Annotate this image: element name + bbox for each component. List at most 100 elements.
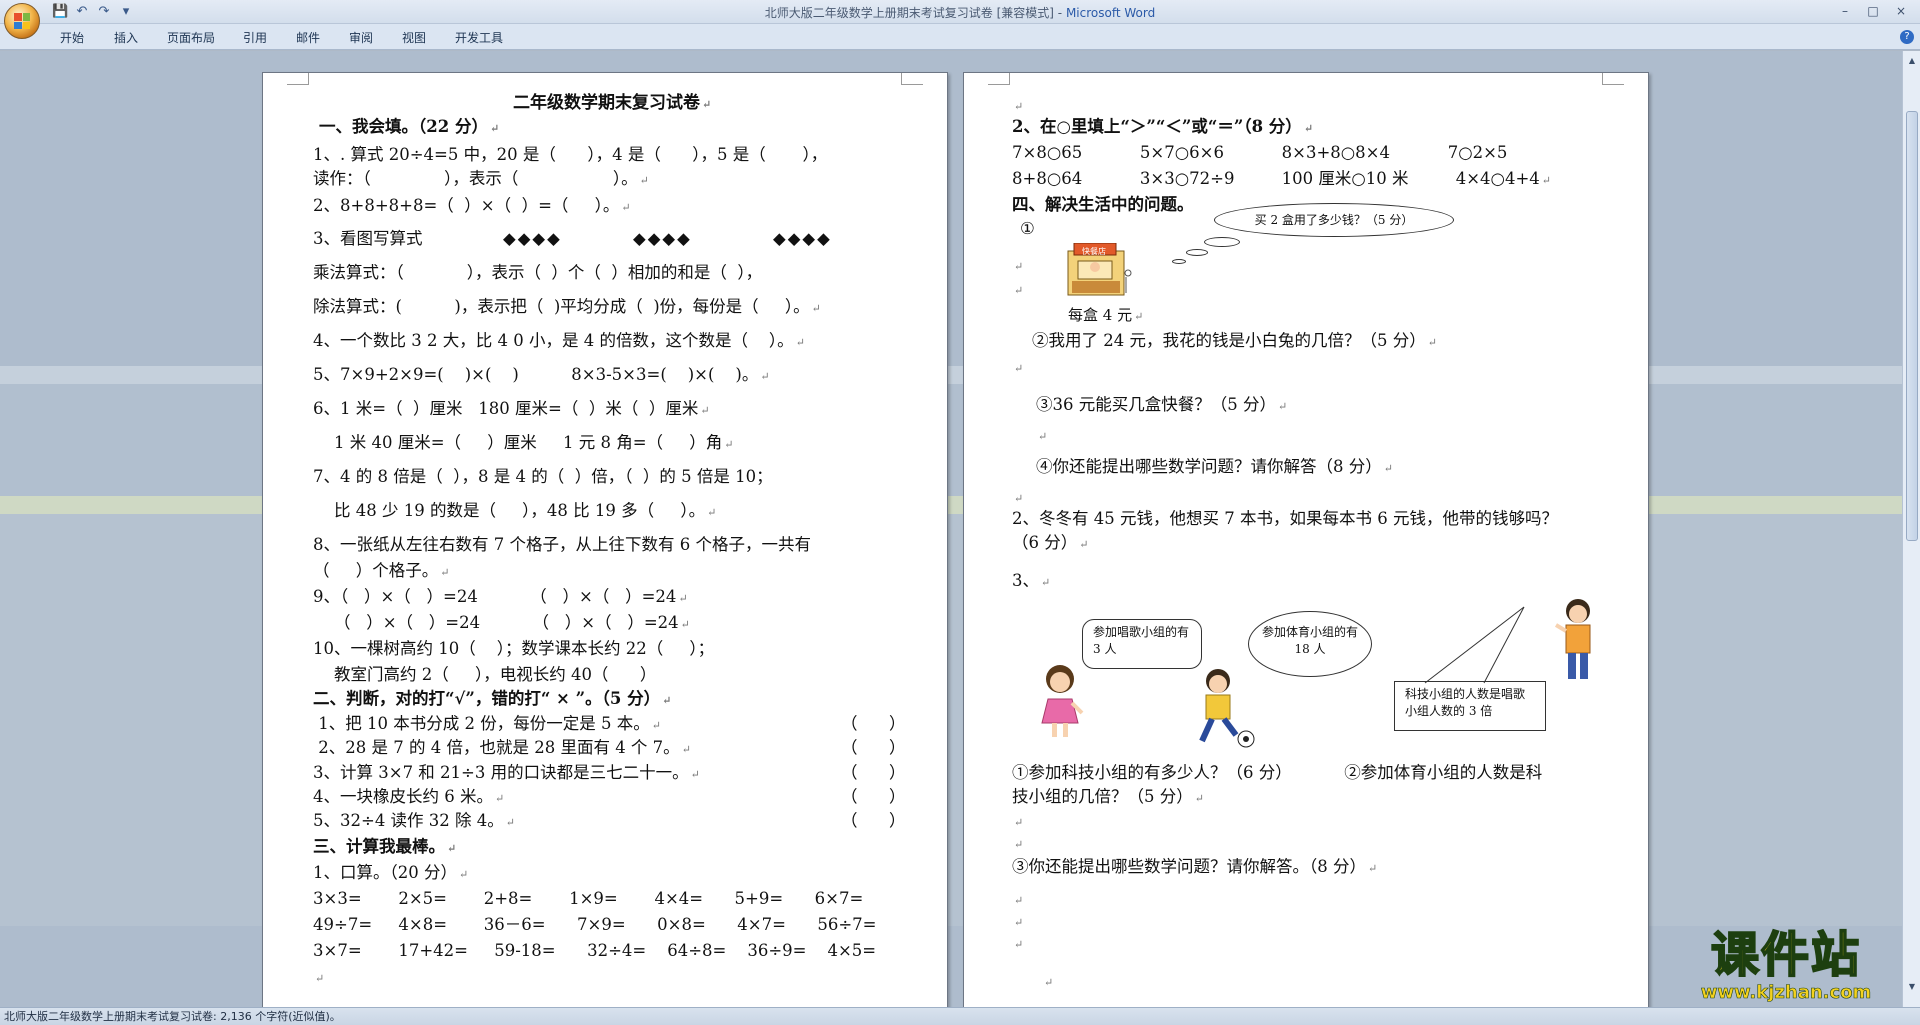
question-line: 比 48 少 19 的数是（ ），48 比 19 多（ ）。 ↵ <box>313 501 717 520</box>
close-button[interactable]: × <box>1888 2 1914 20</box>
question-line: 7、4 的 8 倍是（ ），8 是 4 的（ ）倍，（ ）的 5 倍是 10； <box>313 467 773 486</box>
question-line: （6 分） ↵ <box>1012 533 1089 552</box>
status-bar: 北师大版二年级数学上册期末考试复习试卷: 2,136 个字符(近似值)。 <box>0 1007 1920 1025</box>
scroll-thumb[interactable] <box>1906 111 1918 541</box>
calc-row: 3×7= 17+42= 59-18= 32÷4= 64÷8= 36÷9= 4×5… <box>313 941 877 960</box>
speech-box-tech: 科技小组的人数是唱歌小组人数的 3 倍 <box>1394 681 1546 731</box>
tab-mailings[interactable]: 邮件 <box>296 29 320 46</box>
tab-view[interactable]: 视图 <box>402 29 426 46</box>
question-line: 1 米 40 厘米=（ ）厘米 1 元 8 角=（ ）角 ↵ <box>313 433 734 452</box>
question-line: 4、一个数比 3 2 大，比 4 0 小，是 4 的倍数，这个数是（ ）。 ↵ <box>313 331 805 350</box>
judge-item: 2、28 是 7 的 4 倍，也就是 28 里面有 4 个 7。 ↵ <box>313 738 691 757</box>
question-line: 2、冬冬有 45 元钱，他想买 7 本书，如果每本书 6 元钱，他带的钱够吗？ <box>1012 509 1558 528</box>
speech-bubble-sports: 参加体育小组的有 18 人 <box>1248 611 1372 677</box>
title-bar: 💾 ↶ ↷ ▾ 北师大版二年级数学上册期末考试复习试卷 [兼容模式] - Mic… <box>0 0 1920 24</box>
margin-corner-mark <box>1602 73 1624 85</box>
question-line: 2、8+8+8+8=（ ）×（ ）=（ ）。 ↵ <box>313 196 631 215</box>
tab-insert[interactable]: 插入 <box>114 29 138 46</box>
margin-corner-mark <box>901 73 923 85</box>
question-number: ① <box>1020 219 1035 238</box>
office-logo-icon <box>14 13 30 29</box>
thought-dot <box>1172 259 1186 264</box>
exam-title: 二年级数学期末复习试卷 ↵ <box>513 93 712 113</box>
question-line: 3、看图写算式 <box>313 229 423 248</box>
maximize-button[interactable]: □ <box>1860 2 1886 20</box>
paragraph-mark: ↵ <box>1014 100 1024 113</box>
document-name: 北师大版二年级数学上册期末考试复习试卷 [兼容模式] <box>764 6 1054 20</box>
question-line: 6、1 米=（ ）厘米 180 厘米=（ ）米（ ）厘米 ↵ <box>313 399 710 418</box>
tab-review[interactable]: 审阅 <box>349 29 373 46</box>
girl-illustration <box>1036 661 1086 739</box>
paragraph-mark: ↵ <box>1014 492 1024 505</box>
fast-food-shop-illustration: 快餐店 <box>1066 242 1132 297</box>
question-line: ①参加科技小组的有多少人？（6 分） ②参加体育小组的人数是科 <box>1012 763 1543 782</box>
question-line: 教室门高约 2（ ），电视长约 40（ ） <box>313 665 657 684</box>
calc-row: 3×3= 2×5= 2+8= 1×9= 4×4= 5+9= 6×7= <box>313 889 864 908</box>
boy-illustration <box>1554 597 1600 683</box>
paragraph-mark: ↵ <box>1014 938 1024 951</box>
question-line: ④你还能提出哪些数学问题？请你解答（8 分） ↵ <box>1036 457 1393 476</box>
watermark-brand: 课件站 <box>1710 926 1861 984</box>
tab-developer[interactable]: 开发工具 <box>455 29 503 46</box>
judge-item: 3、计算 3×7 和 21÷3 用的口诀都是三七二十一。 ↵ <box>313 763 700 782</box>
tab-references[interactable]: 引用 <box>243 29 267 46</box>
pointer-line <box>1424 605 1525 684</box>
vertical-scrollbar[interactable]: ▲ ▼ <box>1902 51 1920 1007</box>
window-controls: – □ × <box>1832 2 1914 20</box>
tab-home[interactable]: 开始 <box>60 29 84 46</box>
compare-row: 7×8○65 5×7○6×6 8×3+8○8×4 7○2×5 <box>1012 143 1508 162</box>
window-title: 北师大版二年级数学上册期末考试复习试卷 [兼容模式] - Microsoft W… <box>0 4 1920 21</box>
judge-item: 4、一块橡皮长约 6 米。 ↵ <box>313 787 505 806</box>
answer-bracket[interactable]: （ ） <box>841 763 905 783</box>
section-heading: 四、解决生活中的问题。 <box>1012 195 1194 214</box>
margin-corner-mark <box>988 73 1010 85</box>
thought-dot <box>1186 249 1208 256</box>
diamond-group-3: ◆◆◆◆ <box>773 229 832 248</box>
boy-soccer-illustration <box>1188 667 1258 749</box>
answer-bracket[interactable]: （ ） <box>841 738 905 758</box>
document-page-1[interactable]: 二年级数学期末复习试卷 ↵ 一、我会填。（22 分） ↵ 1、. 算式 20÷4=5… <box>262 72 948 1012</box>
site-watermark: 课件站 www.kjzhan.com <box>1668 926 1904 1007</box>
ribbon-tab-bar: 开始 插入 页面布局 引用 邮件 审阅 视图 开发工具 <box>0 24 1920 50</box>
question-line: （ ）个格子。 ↵ <box>313 561 450 580</box>
office-button[interactable] <box>4 3 40 39</box>
question-line: ③36 元能买几盒快餐？（5 分） ↵ <box>1036 395 1288 414</box>
question-line: 1、口算。（20 分） ↵ <box>313 863 469 882</box>
section-heading: 一、我会填。（22 分） ↵ <box>319 117 500 136</box>
question-line: 2、在○里填上“＞”“＜”或“＝”（8 分） ↵ <box>1012 117 1314 136</box>
section-heading: 二、判断，对的打“√”，错的打“ × ”。（5 分） ↵ <box>313 689 672 708</box>
paragraph-mark: ↵ <box>1014 362 1024 375</box>
watermark-url: www.kjzhan.com <box>1700 982 1872 1003</box>
calc-row: 49÷7= 4×8= 36－6= 7×9= 0×8= 4×7= 56÷7= <box>313 915 877 934</box>
app-name: Microsoft Word <box>1065 6 1156 20</box>
answer-bracket[interactable]: （ ） <box>841 714 905 734</box>
speech-bubble-singing: 参加唱歌小组的有 3 人 <box>1082 619 1202 669</box>
paragraph-mark: ↵ <box>1014 894 1024 907</box>
judge-item: 1、把 10 本书分成 2 份，每份一定是 5 本。 ↵ <box>313 714 661 733</box>
question-line: 8、一张纸从左往右数有 7 个格子，从上往下数有 6 个格子，一共有 <box>313 535 811 554</box>
scroll-down-icon[interactable]: ▼ <box>1906 981 1918 993</box>
question-line: 技小组的几倍？（5 分） ↵ <box>1012 787 1204 806</box>
shop-sign: 快餐店 <box>1082 247 1106 256</box>
question-line: ③你还能提出哪些数学问题？请你解答。（8 分） ↵ <box>1012 857 1378 876</box>
answer-bracket[interactable]: （ ） <box>841 787 905 807</box>
paragraph-mark: ↵ <box>1014 916 1024 929</box>
judge-item: 5、32÷4 读作 32 除 4。 ↵ <box>313 811 516 830</box>
minimize-button[interactable]: – <box>1832 2 1858 20</box>
paragraph-mark: ↵ <box>1014 284 1024 297</box>
section-heading: 三、计算我最棒。 ↵ <box>313 837 457 856</box>
question-line: 读作：（ ），表示（ ）。 ↵ <box>313 169 649 188</box>
paragraph-mark: ↵ <box>1014 838 1024 851</box>
compare-row: 8+8○64 3×3○72÷9 100 厘米○10 米 4×4○4+4 ↵ <box>1012 169 1551 188</box>
question-line: 除法算式：( )，表示把（ )平均分成（ )份，每份是（ ）。 ↵ <box>313 297 821 316</box>
paragraph-mark: ↵ <box>315 972 325 985</box>
document-page-2[interactable]: ↵ 2、在○里填上“＞”“＜”或“＝”（8 分） ↵ 7×8○65 5×7○6×6… <box>963 72 1649 1012</box>
answer-bracket[interactable]: （ ） <box>841 811 905 831</box>
margin-corner-mark <box>287 73 309 85</box>
question-number: 3、 ↵ <box>1012 571 1051 590</box>
scroll-up-icon[interactable]: ▲ <box>1906 55 1918 67</box>
tab-page-layout[interactable]: 页面布局 <box>167 29 215 46</box>
question-line: 5、7×9+2×9=( )×( ) 8×3-5×3=( )×( )。 ↵ <box>313 365 770 384</box>
help-icon[interactable]: ? <box>1900 30 1914 44</box>
diamond-group-1: ◆◆◆◆ <box>503 229 562 248</box>
